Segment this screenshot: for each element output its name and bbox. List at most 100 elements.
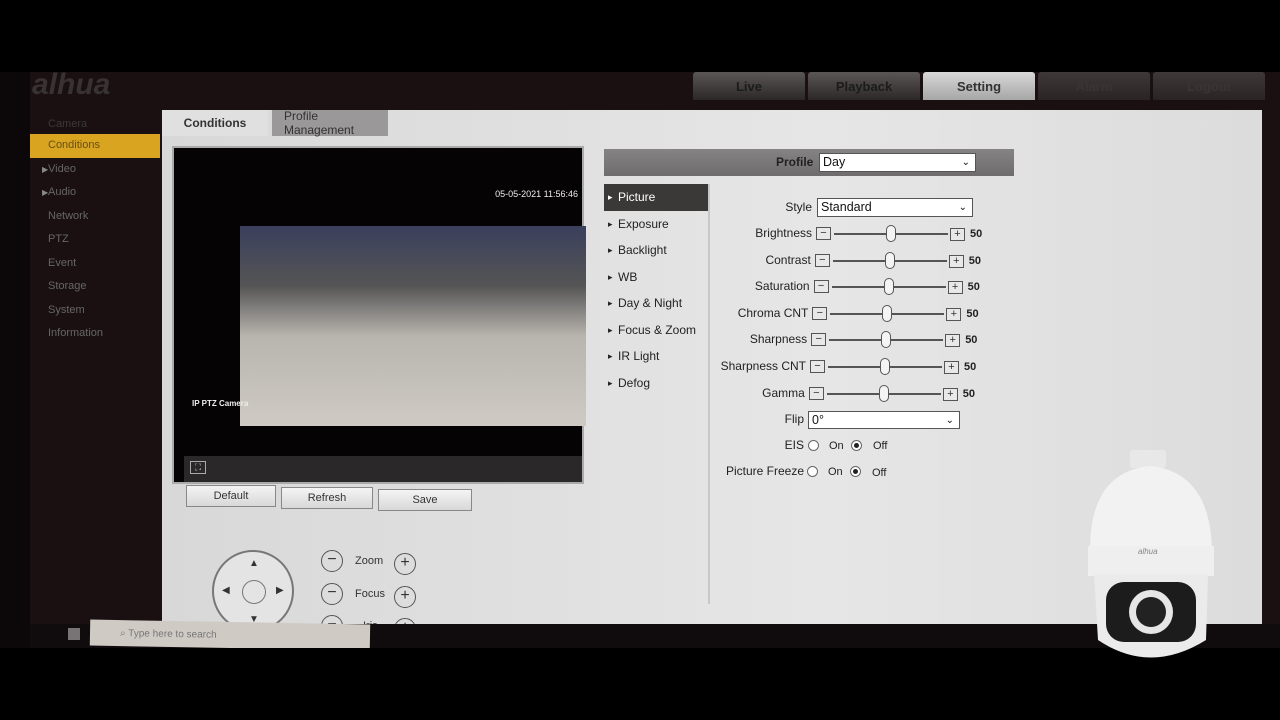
slider-value: 50	[966, 307, 979, 320]
sidebar-item-label: Event	[48, 256, 77, 269]
profile-value: Day	[823, 155, 846, 169]
slider-label: Contrast	[765, 252, 811, 267]
sidebar-item-label: Audio	[48, 186, 77, 198]
slider-decrease-button[interactable]: −	[810, 360, 825, 373]
sidebar-item-conditions[interactable]: Conditions	[30, 134, 160, 158]
slider-decrease-button[interactable]: −	[811, 333, 827, 347]
ptz-center-button[interactable]	[242, 580, 266, 604]
slider-label: Saturation	[754, 279, 810, 294]
slider-decrease-button[interactable]: −	[813, 280, 829, 294]
taskbar-search-box[interactable]: ⌕ Type here to search	[89, 619, 371, 648]
sidebar-item-ptz[interactable]: PTZ	[30, 228, 160, 252]
slider-label: Sharpness	[749, 332, 808, 347]
expand-arrow-icon: ▶	[42, 164, 49, 174]
slider-increase-button[interactable]: +	[942, 387, 958, 401]
slider-value: 50	[964, 361, 977, 373]
slider-increase-button[interactable]: +	[945, 334, 961, 348]
slider-decrease-button[interactable]: −	[816, 227, 831, 240]
refresh-button[interactable]: Refresh	[281, 487, 373, 509]
eis-off-radio[interactable]	[851, 440, 862, 451]
sidebar-item-network[interactable]: Network	[30, 205, 160, 229]
profile-select[interactable]: Day ⌄	[819, 153, 976, 172]
sidebar-item-label: Network	[48, 209, 89, 222]
sidebar-item-system[interactable]: System	[30, 299, 160, 323]
windows-start-icon[interactable]	[68, 628, 80, 640]
settings-sidebar: Camera Conditions ▶ Video ▶ Audio Network …	[30, 114, 160, 346]
menu-item-picture[interactable]: Picture	[604, 184, 708, 211]
zoom-out-button[interactable]: −	[321, 550, 343, 572]
chevron-down-icon: ⌄	[945, 415, 954, 426]
sidebar-item-audio[interactable]: ▶ Audio	[30, 181, 160, 205]
ptz-direction-pad[interactable]: ▲ ▼ ◀ ▶	[212, 550, 294, 632]
tab-logout[interactable]: Logout	[1153, 72, 1265, 100]
tab-playback[interactable]: Playback	[808, 72, 920, 100]
slider-thumb[interactable]	[883, 278, 894, 296]
sidebar-item-label: Conditions	[48, 139, 100, 151]
slider-increase-button[interactable]: +	[947, 281, 963, 295]
slider-increase-button[interactable]: +	[944, 361, 959, 374]
slider-decrease-button[interactable]: −	[814, 253, 830, 267]
sidebar-item-event[interactable]: Event	[30, 252, 160, 276]
sidebar-item-storage[interactable]: Storage	[30, 275, 160, 299]
subtab-profile-management[interactable]: Profile Management	[272, 109, 388, 137]
zoom-in-button[interactable]: +	[394, 553, 416, 575]
save-button[interactable]: Save	[378, 489, 472, 511]
default-button[interactable]: Default	[186, 485, 276, 507]
flip-label: Flip	[784, 412, 804, 426]
eis-on-radio[interactable]	[808, 440, 819, 451]
slider-increase-button[interactable]: +	[948, 254, 964, 268]
slider-thumb[interactable]	[884, 251, 895, 269]
sidebar-item-video[interactable]: ▶ Video	[30, 158, 160, 182]
slider-increase-button[interactable]: +	[950, 228, 965, 241]
slider-decrease-button[interactable]: −	[808, 386, 824, 400]
subtab-conditions[interactable]: Conditions	[162, 110, 268, 136]
sidebar-item-label: Storage	[48, 280, 87, 292]
camera-brand-text: alhua	[1138, 547, 1158, 556]
sidebar-item-information[interactable]: Information	[30, 322, 160, 346]
slider-label: Sharpness CNT	[720, 359, 806, 373]
tab-setting[interactable]: Setting	[923, 72, 1035, 100]
slider-label: Brightness	[755, 226, 812, 240]
video-toolbar: ⛶	[184, 456, 582, 482]
slider-increase-button[interactable]: +	[946, 307, 962, 321]
profile-bar: Profile Day ⌄	[604, 149, 1014, 176]
fullscreen-icon[interactable]: ⛶	[190, 461, 206, 474]
sidebar-item-label: Video	[48, 162, 76, 175]
video-timestamp: 05-05-2021 11:56:46	[495, 189, 578, 199]
sidebar-header: Camera	[48, 118, 88, 130]
ptz-up-arrow-icon[interactable]: ▲	[249, 558, 259, 569]
chevron-down-icon: ⌄	[958, 202, 967, 213]
video-scene	[240, 226, 586, 426]
slider-thumb[interactable]	[878, 384, 889, 402]
focus-plus-button[interactable]: +	[394, 586, 416, 608]
flip-value: 0°	[812, 413, 824, 427]
profile-label: Profile	[776, 155, 814, 169]
tab-alarm[interactable]: Alarm	[1038, 72, 1150, 100]
focus-label: Focus	[355, 588, 385, 600]
slider-thumb[interactable]	[880, 358, 890, 375]
style-select[interactable]: Standard ⌄	[817, 198, 973, 217]
slider-value: 50	[967, 281, 980, 294]
slider-value: 50	[965, 334, 978, 347]
picture-freeze-on-label: On	[828, 466, 843, 478]
flip-select[interactable]: 0° ⌄	[808, 411, 960, 429]
top-navigation: Live Playback Setting Alarm Logout	[693, 72, 1265, 100]
dahua-logo: alhua	[32, 72, 111, 101]
ptz-right-arrow-icon[interactable]: ▶	[276, 585, 284, 596]
picture-freeze-off-radio[interactable]	[850, 466, 861, 477]
slider-label: Chroma CNT	[737, 305, 809, 320]
slider-value: 50	[970, 228, 983, 240]
expand-arrow-icon: ▶	[42, 188, 49, 197]
slider-thumb[interactable]	[886, 225, 896, 242]
tab-live[interactable]: Live	[693, 72, 805, 100]
picture-freeze-off-label: Off	[872, 467, 887, 479]
eis-label: EIS	[784, 438, 804, 452]
focus-minus-button[interactable]: −	[321, 583, 343, 605]
style-value: Standard	[821, 200, 872, 214]
picture-freeze-on-radio[interactable]	[807, 466, 818, 477]
ptz-left-arrow-icon[interactable]: ◀	[222, 585, 230, 596]
slider-decrease-button[interactable]: −	[812, 306, 828, 320]
slider-thumb[interactable]	[881, 331, 892, 349]
camera-lens	[1136, 597, 1166, 627]
slider-thumb[interactable]	[882, 304, 893, 322]
